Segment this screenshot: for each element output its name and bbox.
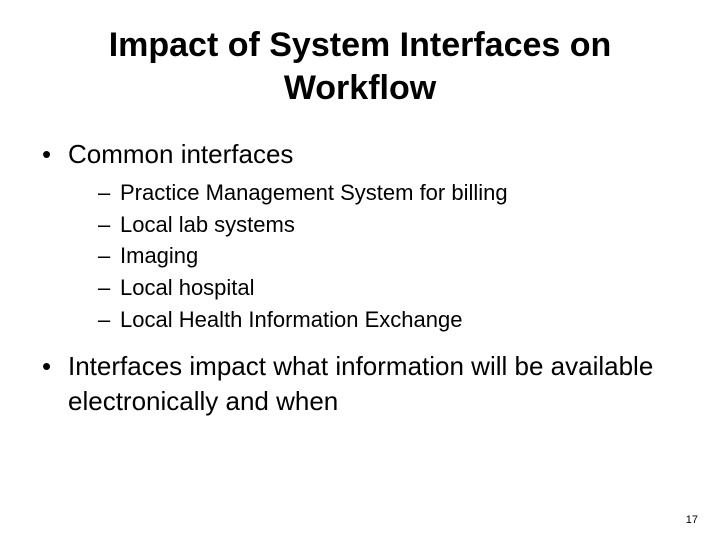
sub-list-item: Imaging	[98, 241, 680, 271]
sub-list-item: Local hospital	[98, 273, 680, 303]
sub-list-item-text: Local lab systems	[120, 212, 295, 237]
list-item: Common interfaces Practice Management Sy…	[40, 137, 680, 335]
page-number: 17	[686, 514, 698, 526]
sub-list-item: Local lab systems	[98, 210, 680, 240]
sub-list-item-text: Imaging	[120, 243, 198, 268]
sub-list-item-text: Local hospital	[120, 275, 255, 300]
sub-list-item-text: Local Health Information Exchange	[120, 307, 462, 332]
list-item-text: Interfaces impact what information will …	[68, 351, 653, 416]
slide-title: Impact of System Interfaces on Workflow	[60, 24, 660, 109]
sub-list-item: Local Health Information Exchange	[98, 305, 680, 335]
slide: Impact of System Interfaces on Workflow …	[0, 0, 720, 540]
list-item-text: Common interfaces	[68, 139, 293, 169]
list-item: Interfaces impact what information will …	[40, 349, 680, 419]
sub-list-item-text: Practice Management System for billing	[120, 180, 508, 205]
sub-list: Practice Management System for billing L…	[98, 178, 680, 334]
bullet-list: Common interfaces Practice Management Sy…	[40, 137, 680, 419]
sub-list-item: Practice Management System for billing	[98, 178, 680, 208]
